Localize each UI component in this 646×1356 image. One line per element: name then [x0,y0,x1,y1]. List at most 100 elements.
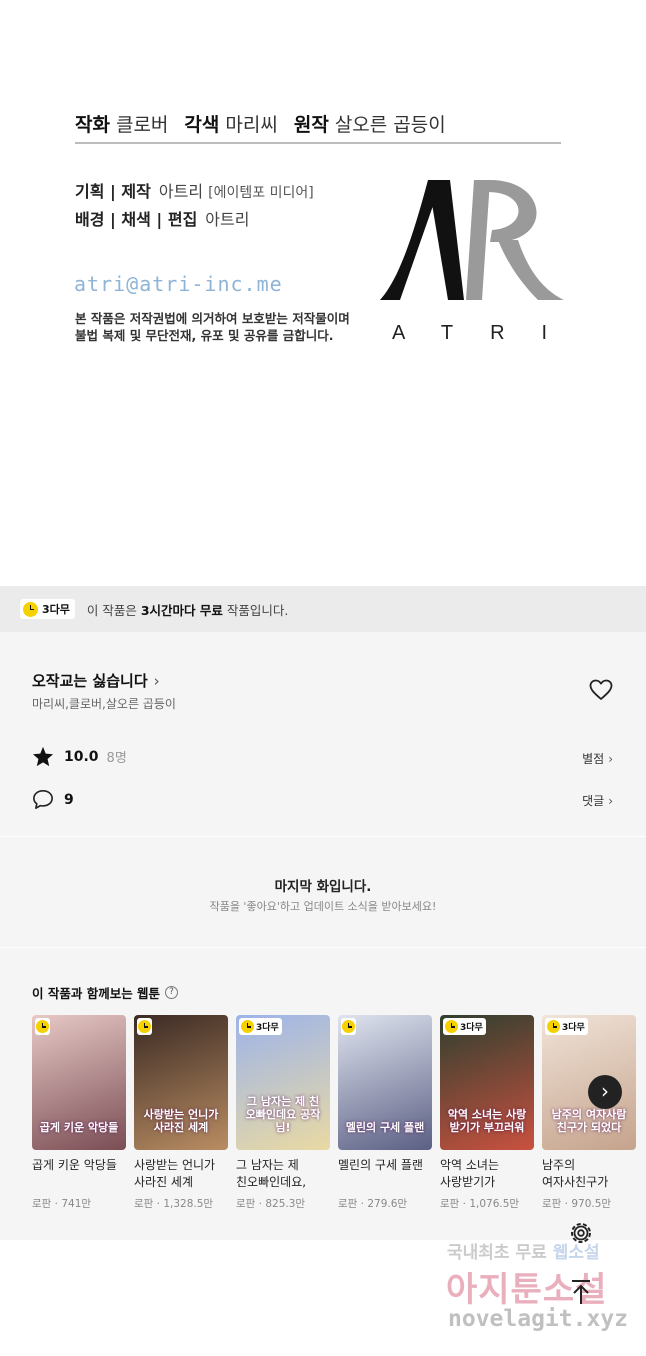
card-views: 1,076.5만 [469,1198,520,1210]
chevron-right-icon[interactable]: › [588,1075,622,1109]
last-episode-subtitle: 작품을 '좋아요'하고 업데이트 소식을 받아보세요! [209,900,437,913]
work-title-link[interactable]: 오작교는 싫습니다 › [32,670,160,691]
free-badge: 3다무 [443,1018,486,1035]
cover-thumbnail[interactable]: 3다무그 남자는 제 친오빠인데요 공작님! [236,1015,330,1150]
arrow-up-icon[interactable] [568,1278,594,1306]
clock-icon [36,1020,49,1033]
card-views: 970.5만 [571,1198,612,1210]
credit-background: 배경 | 채색 | 편집 아트리 [75,210,250,229]
free-badge: 3다무 [239,1018,282,1035]
card-views: 279.6만 [367,1198,408,1210]
cover-title-art: 사랑받는 언니가 사라진 세계 [143,1108,219,1134]
separator-dot: · [357,1198,368,1210]
last-episode-notice: 마지막 화입니다. 작품을 '좋아요'하고 업데이트 소식을 받아보세요! [0,837,646,947]
card-genre: 로판 [338,1198,358,1210]
rating-value: 10.0 [64,748,99,765]
card-title[interactable]: 사랑받는 언니가 사라진 세계 [134,1157,228,1191]
credit-planning: 기획 | 제작 아트리 [에이템포 미디어] [75,182,314,201]
card-genre: 로판 [542,1198,562,1210]
star-icon [32,746,54,767]
free-badge [137,1018,152,1035]
cover-title-art: 멜린의 구세 플랜 [345,1121,425,1134]
card-title[interactable]: 악역 소녀는 사랑받기가 부끄러워 [440,1157,534,1191]
comments-link[interactable]: 댓글 › [582,792,613,809]
copyright-notice: 본 작품은 저작권법에 의거하여 보호받는 저작물이며 불법 복제 및 무단전재… [75,311,350,343]
card-meta: 로판 · 741만 [32,1196,126,1211]
heart-outline-icon[interactable] [589,679,613,701]
card-genre: 로판 [236,1198,256,1210]
chevron-right-icon: › [608,793,613,808]
card-title[interactable]: 그 남자는 제 친오빠인데요, 공작님 [236,1157,330,1191]
credit-divider [75,142,561,144]
recommendation-card[interactable]: 3다무악역 소녀는 사랑받기가 부끄러워악역 소녀는 사랑받기가 부끄러워로판 … [440,1015,534,1211]
speech-bubble-icon [33,790,53,809]
card-meta: 로판 · 279.6만 [338,1196,432,1211]
free-badge: 3다무 [545,1018,588,1035]
card-meta: 로판 · 1,076.5만 [440,1196,534,1211]
free-info-banner: 3다무 이 작품은 3시간마다 무료 작품입니다. [0,586,646,632]
credits-page: 작화 클로버 각색 마리씨 원작 살오른 곱등이 기획 | 제작 아트리 [에이템포 미… [0,0,646,586]
recommendation-card[interactable]: 3다무그 남자는 제 친오빠인데요 공작님! 그 남자는 제 친오빠인데요, 공작… [236,1015,330,1211]
card-meta: 로판 · 970.5만 [542,1196,636,1211]
clock-icon [241,1020,254,1033]
card-title[interactable]: 곱게 키운 악당들 [32,1157,126,1191]
cover-title-art: 악역 소녀는 사랑받기가 부끄러워 [447,1108,527,1134]
recommendation-list: 곱게 키운 악당들 곱게 키운 악당들 로판 · 741만 사랑받는 언니가 사라진 … [32,1015,636,1211]
separator-dot: · [561,1198,572,1210]
cover-thumbnail[interactable]: 곱게 키운 악당들 [32,1015,126,1150]
rating-row: 10.0 8명 [32,746,127,767]
card-meta: 로판 · 1,328.5만 [134,1196,228,1211]
free-badge: 3다무 [20,599,75,619]
clock-icon [138,1020,151,1033]
credit-main-row: 작화 클로버 각색 마리씨 원작 살오른 곱등이 [75,110,446,137]
separator-dot: · [153,1198,164,1210]
card-genre: 로판 [440,1198,460,1210]
clock-icon [342,1020,355,1033]
clock-icon [23,601,38,617]
cover-title-art: 남주의 여자사람친구가 되었다 [551,1108,627,1134]
credit-original: 원작 살오른 곱등이 [293,114,446,136]
work-info-section: 오작교는 싫습니다 › 마리씨,클로버,살오른 곱등이 10.0 8명 별점 ›… [0,632,646,836]
card-title[interactable]: 멜린의 구세 플랜 [338,1157,432,1191]
card-views: 741만 [61,1198,92,1210]
recommendation-card[interactable]: 멜린의 구세 플랜 멜린의 구세 플랜 로판 · 279.6만 [338,1015,432,1211]
cover-title-art: 그 남자는 제 친오빠인데요 공작님! [245,1095,321,1134]
separator-dot: · [459,1198,470,1210]
card-genre: 로판 [134,1198,154,1210]
recommendation-card[interactable]: 사랑받는 언니가 사라진 세계 사랑받는 언니가 사라진 세계 로판 · 1,328… [134,1015,228,1211]
recommendation-card[interactable]: 곱게 키운 악당들 곱게 키운 악당들 로판 · 741만 [32,1015,126,1211]
rating-link[interactable]: 별점 › [582,750,613,767]
free-badge [341,1018,356,1035]
recommendations-heading: 이 작품과 함께보는 웹툰 ? [32,983,179,1002]
card-meta: 로판 · 825.3만 [236,1196,330,1211]
card-genre: 로판 [32,1198,52,1210]
contact-email: atri@atri-inc.me [74,272,283,296]
help-icon[interactable]: ? [165,986,179,999]
last-episode-title: 마지막 화입니다. [274,879,372,895]
card-views: 825.3만 [265,1198,306,1210]
credit-adapt: 각색 마리씨 [184,114,278,136]
chevron-right-icon: › [153,671,160,690]
separator-dot: · [255,1198,266,1210]
chevron-right-icon: › [608,751,613,766]
cover-thumbnail[interactable]: 3다무남주의 여자사람친구가 되었다 [542,1015,636,1150]
cover-title-art: 곱게 키운 악당들 [39,1121,119,1134]
recommendation-card[interactable]: 3다무남주의 여자사람친구가 되었다남주의 여자사친구가 되었다로판 · 970… [542,1015,636,1211]
cover-thumbnail[interactable]: 3다무악역 소녀는 사랑받기가 부끄러워 [440,1015,534,1150]
logo-wordmark: ATRI [392,322,585,344]
cover-thumbnail[interactable]: 사랑받는 언니가 사라진 세계 [134,1015,228,1150]
comment-count: 9 [64,791,74,808]
watermark-tagline: 국내최초 무료 웹소설 [447,1243,600,1263]
clock-icon [547,1020,560,1033]
card-title[interactable]: 남주의 여자사친구가 되었다 [542,1157,636,1191]
free-badge [35,1018,50,1035]
recommendations-section: 이 작품과 함께보는 웹툰 ? 곱게 키운 악당들 곱게 키운 악당들 로판 · 7… [0,948,646,1240]
work-authors: 마리씨,클로버,살오른 곱등이 [32,697,176,711]
atri-logo [380,180,564,300]
cover-thumbnail[interactable]: 멜린의 구세 플랜 [338,1015,432,1150]
clock-icon [445,1020,458,1033]
credit-art: 작화 클로버 [75,114,169,136]
free-text: 이 작품은 3시간마다 무료 작품입니다. [86,602,289,618]
card-views: 1,328.5만 [163,1198,214,1210]
rating-count: 8명 [106,751,127,766]
